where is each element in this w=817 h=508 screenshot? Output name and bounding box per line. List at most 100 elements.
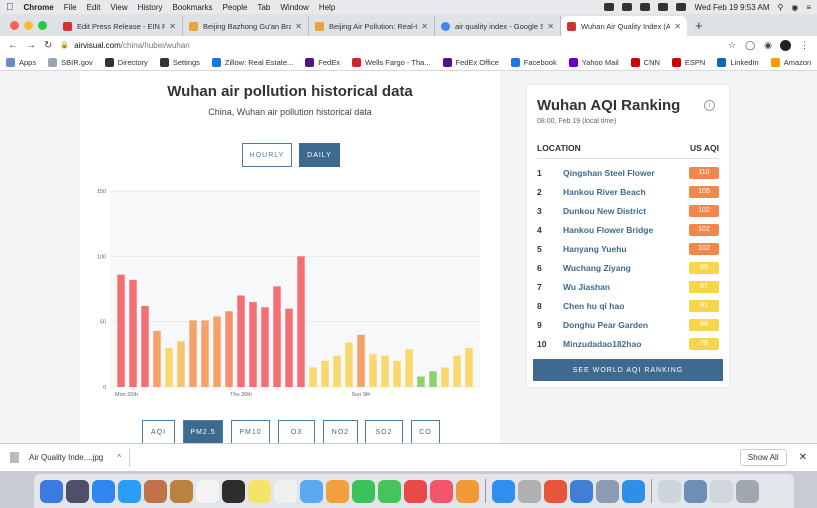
bookmark-item[interactable]: FedEx [305,57,340,67]
dock-app-icon[interactable] [66,479,89,503]
chart-bar[interactable] [297,256,305,387]
tab-google-search[interactable]: air quality index - Google Search ✕ [435,16,561,36]
ranking-location-link[interactable]: Chen hu qi hao [563,301,689,311]
ranking-row[interactable]: 10 Minzudadao182hao 78 [537,334,719,353]
dock-app-icon[interactable] [492,479,515,503]
info-icon[interactable]: i [704,100,715,111]
chart-bar[interactable] [285,308,293,387]
bookmark-item[interactable]: Settings [159,57,200,67]
chevron-up-icon[interactable]: ^ [117,453,121,462]
close-shelf-icon[interactable]: ✕ [799,452,807,463]
chart-bar[interactable] [153,330,161,387]
lock-icon[interactable]: 🔒 [60,41,69,49]
close-window-button[interactable] [10,20,19,30]
dock-app-icon[interactable] [622,479,645,503]
bookmark-item[interactable]: LinkedIn [717,57,759,67]
dock-app-icon[interactable] [274,479,297,503]
zoom-window-button[interactable] [38,20,47,30]
dock-app-icon[interactable] [684,479,707,503]
extension-badge-icon[interactable]: ◉ [764,40,772,51]
ranking-row[interactable]: 7 Wu Jiashan 97 [537,277,719,296]
ranking-location-link[interactable]: Hankou River Beach [563,187,689,197]
bookmark-item[interactable]: Amazon [770,57,811,67]
spotlight-search-icon[interactable]: ⚲ [777,3,783,12]
bookmark-item[interactable]: Yahoo Mail [568,57,619,67]
ranking-location-link[interactable]: Dunkou New District [563,206,689,216]
chart-bar[interactable] [261,307,269,387]
airplay-icon[interactable] [640,3,651,11]
ranking-location-link[interactable]: Wu Jiashan [563,282,689,292]
dock-app-icon[interactable] [736,479,759,503]
dock-app-icon[interactable] [570,479,593,503]
ranking-location-link[interactable]: Hankou Flower Bridge [563,225,689,235]
ranking-location-link[interactable]: Qingshan Steel Flower [563,168,689,178]
chart-bar[interactable] [429,371,437,387]
tab-close-icon[interactable]: ✕ [547,22,554,31]
menu-app-chrome[interactable]: Chrome [24,3,54,12]
dock-app-icon[interactable] [300,479,323,503]
bookmark-item[interactable]: Facebook [510,57,557,67]
chart-bar[interactable] [465,347,473,387]
menu-people[interactable]: People [223,3,248,12]
bookmark-item[interactable]: Wells Fargo - Tha... [351,57,431,67]
chart-bar[interactable] [345,342,353,387]
tab-wuhan-aqi[interactable]: Wuhan Air Quality Index (AQI) ✕ [561,16,687,36]
hourly-button[interactable]: HOURLY [242,143,292,167]
tab-close-icon[interactable]: ✕ [674,22,681,31]
tab-close-icon[interactable]: ✕ [295,22,302,31]
chart-bar[interactable] [165,347,173,387]
notification-center-icon[interactable]: ≡ [806,3,811,12]
dock-app-icon[interactable] [118,479,141,503]
dock-app-icon[interactable] [196,479,219,503]
tab-close-icon[interactable]: ✕ [421,22,428,31]
bookmark-item[interactable]: CNN [630,57,660,67]
chart-bar[interactable] [273,286,281,387]
dock-app-icon[interactable] [144,479,167,503]
ranking-row[interactable]: 3 Dunkou New District 102 [537,201,719,220]
dock-app-icon[interactable] [430,479,453,503]
forward-arrow-icon[interactable]: → [26,40,36,51]
ranking-row[interactable]: 9 Donghu Pear Garden 86 [537,315,719,334]
ranking-row[interactable]: 4 Hankou Flower Bridge 102 [537,220,719,239]
download-file-name[interactable]: Air Quality Inde....jpg [29,453,103,462]
dock-app-icon[interactable] [222,479,245,503]
more-menu-icon[interactable]: ⋮ [800,40,809,51]
menu-edit[interactable]: Edit [87,3,101,12]
tab-beijing-air-pollution[interactable]: Beijing Air Pollution: Real-time ✕ [309,16,435,36]
dock-app-icon[interactable] [658,479,681,503]
dock-app-icon[interactable] [40,479,63,503]
dock-app-icon[interactable] [248,479,271,503]
menu-bookmarks[interactable]: Bookmarks [173,3,213,12]
status-tray-icon[interactable] [604,3,615,11]
ranking-location-link[interactable]: Minzudadao182hao [563,339,689,349]
chart-bar[interactable] [141,305,149,387]
menu-file[interactable]: File [64,3,77,12]
chart-bar[interactable] [129,279,137,387]
bookmark-item[interactable]: FedEx Office [442,57,499,67]
chart-bar[interactable] [369,354,377,387]
battery-icon[interactable] [676,3,687,11]
bookmark-item[interactable]: Zillow: Real Estate... [211,57,293,67]
ranking-row[interactable]: 8 Chen hu qi hao 91 [537,296,719,315]
bookmark-item[interactable]: ESPN [671,57,705,67]
dock-app-icon[interactable] [456,479,479,503]
ranking-row[interactable]: 6 Wuchang Ziyang 99 [537,258,719,277]
profile-avatar[interactable] [780,39,791,51]
dock-app-icon[interactable] [170,479,193,503]
show-all-button[interactable]: Show All [739,449,787,466]
dock-app-icon[interactable] [92,479,115,503]
chart-bar[interactable] [177,341,185,387]
bookmark-star-icon[interactable]: ☆ [728,40,736,51]
apple-icon[interactable]:  [6,2,14,13]
chart-bar[interactable] [213,316,221,387]
reload-icon[interactable]: ↻ [44,40,52,51]
chart-bar[interactable] [333,355,341,387]
tab-ein-presswire[interactable]: Edit Press Release - EIN Presswire ✕ [57,16,183,36]
menu-help[interactable]: Help [319,3,335,12]
chart-bar[interactable] [117,274,125,387]
chart-bar[interactable] [225,311,233,387]
ranking-location-link[interactable]: Hanyang Yuehu [563,244,689,254]
menu-window[interactable]: Window [280,3,308,12]
pollutant-button-so2[interactable]: SO2 [365,420,403,443]
chart-bar[interactable] [357,334,365,387]
